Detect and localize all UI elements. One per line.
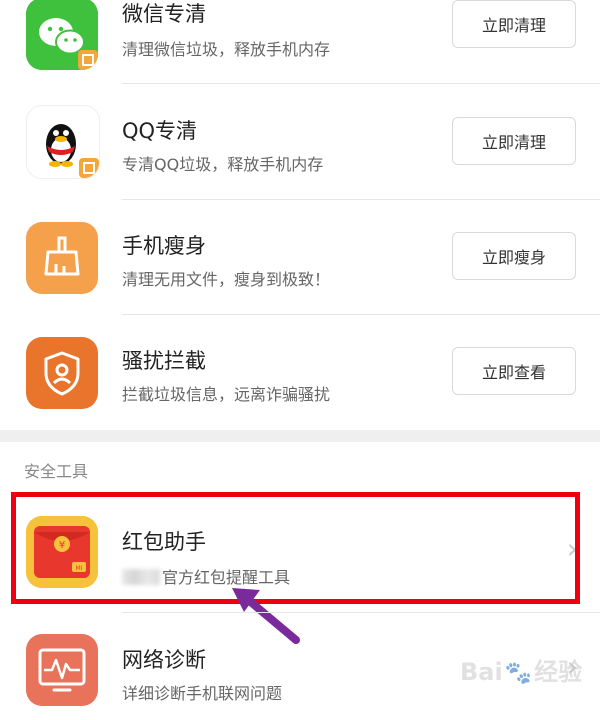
- network-monitor-icon: [26, 634, 98, 706]
- clean-now-button[interactable]: 立即清理: [452, 117, 576, 165]
- item-description: 专清QQ垃圾，释放手机内存: [122, 155, 324, 174]
- svg-text:¥: ¥: [59, 540, 65, 551]
- section-gap: [0, 430, 600, 442]
- item-title: 微信专清: [122, 2, 206, 26]
- item-title: QQ专清: [122, 119, 198, 143]
- wechat-icon: [26, 0, 98, 70]
- svg-text:MI: MI: [76, 565, 83, 572]
- red-envelope-icon: ¥ MI: [26, 516, 98, 588]
- item-title: 红包助手: [122, 530, 206, 554]
- list-item-qq-clean[interactable]: QQ专清 专清QQ垃圾，释放手机内存 立即清理: [0, 85, 600, 200]
- item-description: 拦截垃圾信息，远离诈骗骚扰: [122, 385, 331, 404]
- list-item-network-diagnosis[interactable]: 网络诊断 详细诊断手机联网问题 ›: [0, 612, 600, 720]
- item-title: 手机瘦身: [122, 234, 206, 258]
- list-item-phone-slim[interactable]: 手机瘦身 清理无用文件，瘦身到极致！ 立即瘦身: [0, 200, 600, 315]
- blurred-text: [122, 569, 160, 585]
- broom-icon: [26, 222, 98, 294]
- item-description: 清理微信垃圾，释放手机内存: [122, 40, 331, 59]
- item-description: 清理无用文件，瘦身到极致！: [122, 270, 331, 289]
- item-description: 详细诊断手机联网问题: [122, 684, 283, 703]
- list-item-harassment-block[interactable]: 骚扰拦截 拦截垃圾信息，远离诈骗骚扰 立即查看: [0, 315, 600, 430]
- shield-user-icon: [26, 337, 98, 409]
- item-title: 骚扰拦截: [122, 349, 206, 373]
- divider: [122, 83, 600, 84]
- qq-penguin-icon: [26, 105, 100, 179]
- item-title: 网络诊断: [122, 648, 206, 672]
- slim-now-button[interactable]: 立即瘦身: [452, 232, 576, 280]
- section-header-safety-tools: 安全工具: [24, 462, 89, 481]
- view-now-button[interactable]: 立即查看: [452, 347, 576, 395]
- chevron-right-icon: ›: [566, 532, 578, 565]
- chevron-right-icon: ›: [566, 650, 578, 683]
- list-item-wechat-clean[interactable]: 微信专清 清理微信垃圾，释放手机内存 立即清理: [0, 0, 600, 85]
- clean-now-button[interactable]: 立即清理: [452, 0, 576, 48]
- divider: [122, 612, 600, 613]
